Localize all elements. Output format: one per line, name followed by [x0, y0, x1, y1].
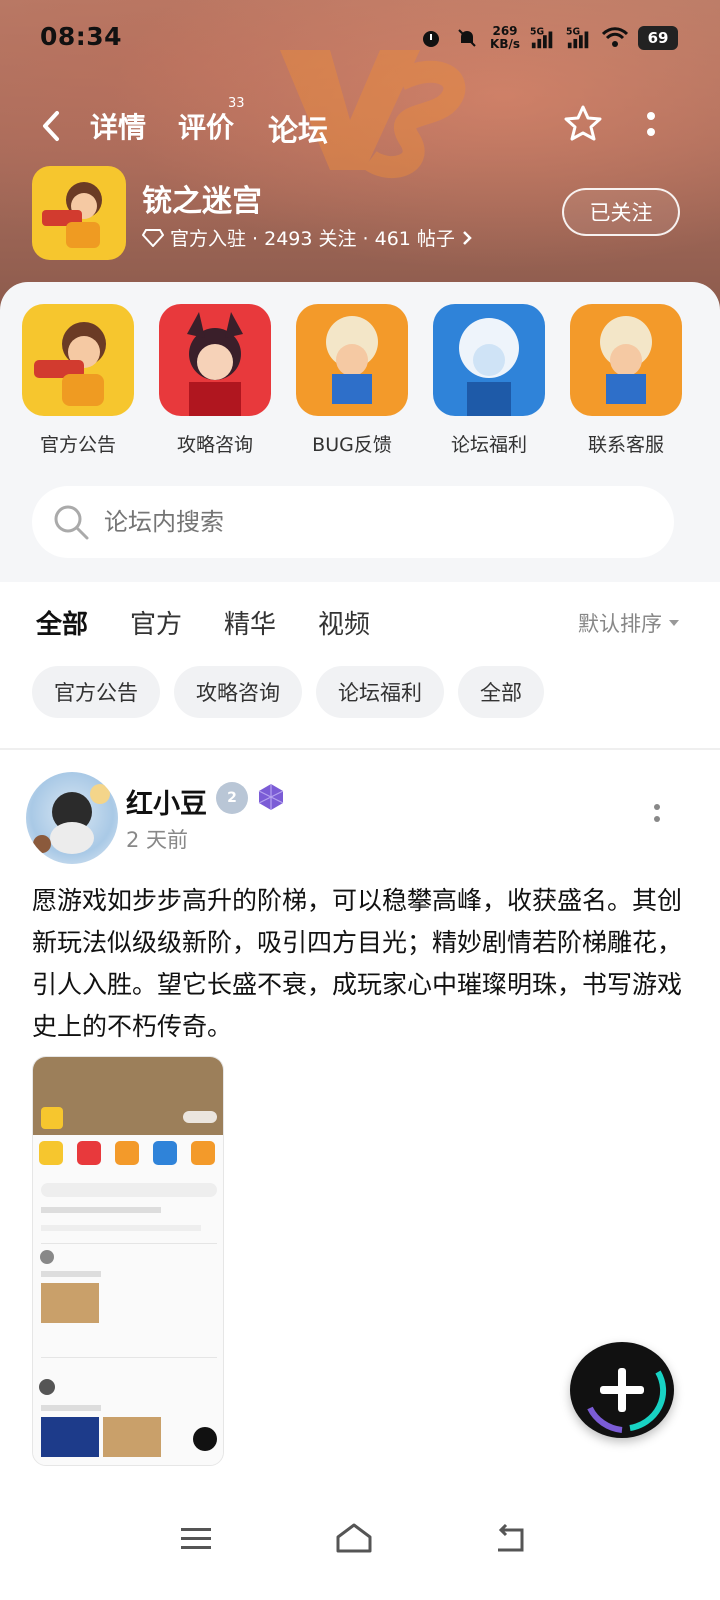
header-banner: 08:34 269 KB/s 5G 5G 69 详情 评价 33 论坛 铳之迷宫…: [0, 0, 720, 320]
chevron-right-icon: [463, 230, 472, 245]
tab-all[interactable]: 全部: [36, 604, 89, 645]
avatar[interactable]: [26, 772, 118, 864]
home-icon: [336, 1523, 372, 1553]
chip-guide[interactable]: 攻略咨询: [174, 666, 302, 718]
chip-welfare[interactable]: 论坛福利: [316, 666, 444, 718]
signal-2-icon: 5G: [566, 25, 592, 51]
shortcut-customer-service[interactable]: 联系客服: [566, 304, 686, 457]
shortcut-welfare[interactable]: 论坛福利: [429, 304, 549, 457]
post-author[interactable]: 红小豆: [126, 782, 207, 821]
category-chips: 官方公告 攻略咨询 论坛福利 全部: [32, 666, 544, 718]
game-meta-text[interactable]: 官方入驻 · 2493 关注 · 461 帖子: [170, 224, 455, 251]
tab-forum[interactable]: 论坛: [268, 106, 328, 154]
favorite-button[interactable]: [560, 100, 606, 146]
chevron-left-icon: [43, 111, 59, 141]
sort-dropdown[interactable]: 默认排序: [578, 608, 680, 638]
nav-row: 详情 评价 33 论坛: [0, 96, 720, 158]
search-bar[interactable]: [32, 486, 674, 558]
gift-icon: [433, 304, 545, 416]
tab-video[interactable]: 视频: [318, 604, 370, 641]
back-nav-button[interactable]: [480, 1508, 540, 1568]
post-time: 2 天前: [126, 828, 189, 852]
tab-featured[interactable]: 精华: [224, 604, 276, 641]
sig1-label: 5G: [530, 26, 544, 37]
post-more-button[interactable]: [652, 804, 662, 834]
game-meta: 官方入驻 · 2493 关注 · 461 帖子: [142, 224, 473, 251]
customer-service-icon: [570, 304, 682, 416]
status-bar: 08:34 269 KB/s 5G 5G 69: [0, 0, 720, 76]
back-arrow-icon: [498, 1523, 524, 1552]
signal-icon: 5G: [530, 25, 556, 51]
mute-bell-icon: [454, 25, 480, 51]
shortcut-card: 官方公告 攻略咨询 BUG反馈 论坛福利 联系客服: [0, 282, 720, 582]
more-options-button[interactable]: [636, 106, 666, 142]
home-button[interactable]: [324, 1508, 384, 1568]
follow-button[interactable]: 已关注: [562, 188, 680, 236]
net-speed-unit: KB/s: [490, 37, 520, 51]
game-title: 铳之迷宫: [142, 184, 262, 219]
tab-details[interactable]: 详情: [90, 106, 146, 146]
game-header: 铳之迷宫 官方入驻 · 2493 关注 · 461 帖子 已关注: [32, 166, 692, 262]
filter-tabs: 全部 官方 精华 视频 默认排序: [0, 582, 720, 662]
diamond-icon: [142, 228, 164, 247]
search-input[interactable]: [104, 508, 624, 536]
shortcut-bug-report[interactable]: BUG反馈: [292, 304, 412, 457]
tab-reviews[interactable]: 评价: [178, 106, 234, 146]
game-icon[interactable]: [32, 166, 126, 260]
plus-icon: [587, 1368, 667, 1433]
chip-official-notice[interactable]: 官方公告: [32, 666, 160, 718]
announcement-icon: [22, 304, 134, 416]
post-content[interactable]: 愿游戏如步步高升的阶梯，可以稳攀高峰，收获盛名。其创新玩法似级级新阶，吸引四方目…: [32, 880, 692, 1048]
recent-apps-button[interactable]: [166, 1508, 226, 1568]
back-button[interactable]: [36, 106, 66, 146]
net-speed: 269 KB/s: [490, 25, 520, 51]
search-icon: [54, 505, 89, 540]
shortcut-label: 联系客服: [587, 434, 664, 456]
star-icon: [564, 105, 602, 141]
system-nav-bar: [0, 1490, 720, 1600]
shortcut-guide[interactable]: 攻略咨询: [155, 304, 275, 457]
post-image-thumbnail[interactable]: [32, 1056, 224, 1466]
guide-icon: [159, 304, 271, 416]
alarm-icon: [418, 25, 444, 51]
menu-icon: [181, 1528, 211, 1549]
caret-down-icon: [669, 620, 679, 626]
chip-all[interactable]: 全部: [458, 666, 544, 718]
sig2-label: 5G: [566, 26, 580, 37]
sort-label: 默认排序: [578, 612, 662, 636]
shortcut-label: 论坛福利: [450, 434, 527, 456]
bug-icon: [296, 304, 408, 416]
wifi-icon: [602, 25, 628, 51]
create-post-button[interactable]: [570, 1342, 674, 1438]
battery-indicator: 69: [638, 26, 678, 50]
status-icons: 269 KB/s 5G 5G 69: [418, 22, 678, 54]
shortcut-official-notice[interactable]: 官方公告: [18, 304, 138, 457]
shortcut-label: 官方公告: [39, 434, 116, 456]
gem-badge-icon: [258, 784, 284, 810]
shortcut-label: 攻略咨询: [176, 434, 253, 456]
level-badge: 2: [216, 782, 248, 814]
section-divider: [0, 748, 720, 750]
reviews-count-badge: 33: [228, 96, 245, 111]
tab-official[interactable]: 官方: [130, 604, 182, 641]
shortcut-label: BUG反馈: [312, 434, 392, 456]
status-time: 08:34: [40, 22, 123, 51]
